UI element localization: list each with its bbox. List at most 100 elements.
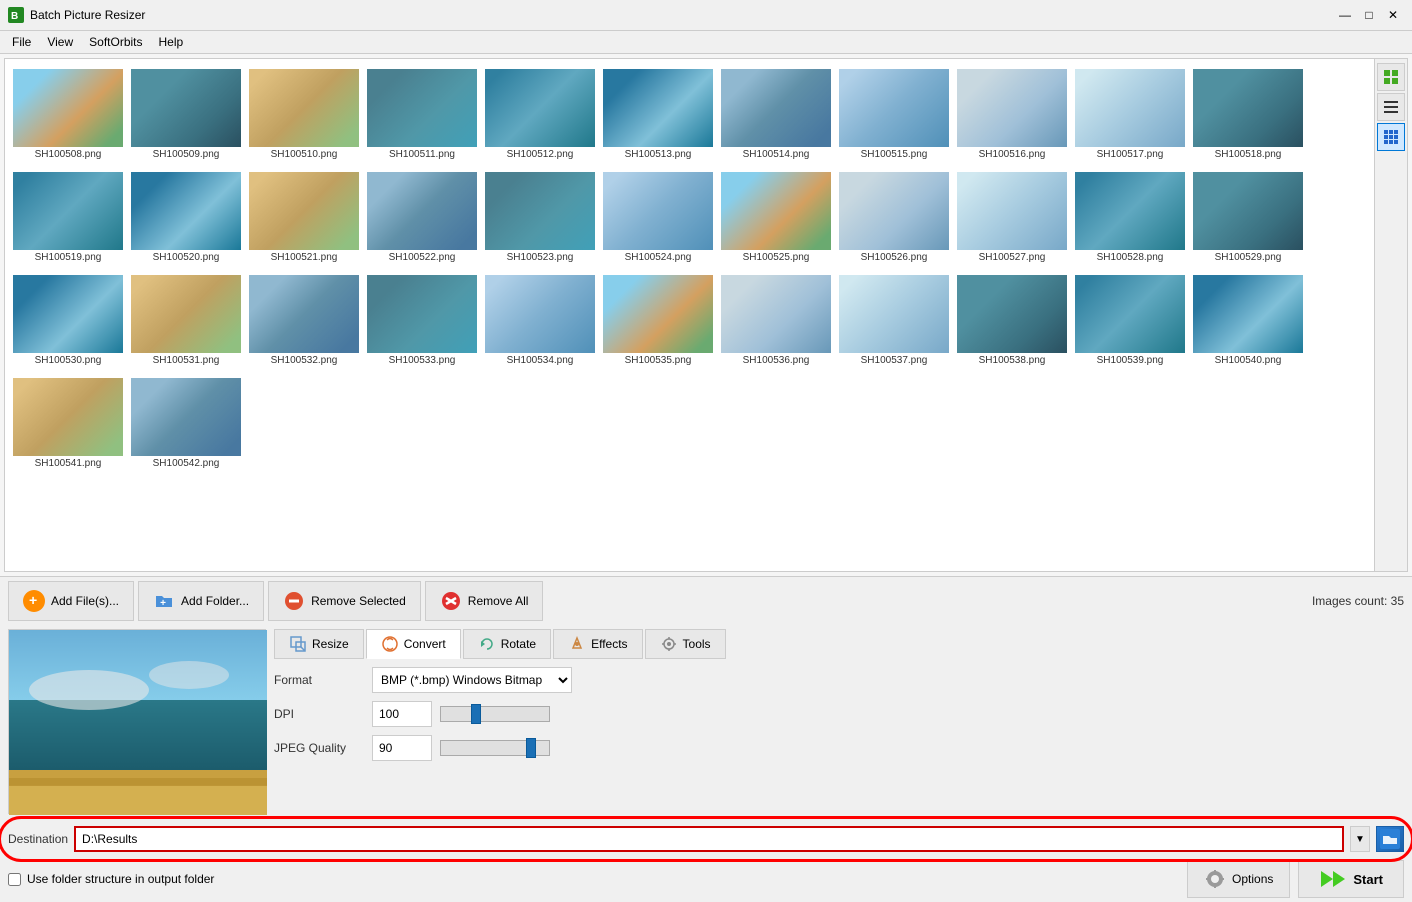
checkbox-row: Use folder structure in output folder [8, 872, 214, 886]
image-thumb[interactable]: SH100541.png [9, 372, 127, 475]
image-thumb[interactable]: SH100531.png [127, 269, 245, 372]
dpi-slider-container [440, 706, 550, 722]
app-icon: B [8, 7, 24, 23]
image-thumb[interactable]: SH100515.png [835, 63, 953, 166]
image-thumb[interactable]: SH100529.png [1189, 166, 1307, 269]
dpi-slider-thumb [471, 704, 481, 724]
maximize-button[interactable]: □ [1358, 4, 1380, 26]
image-thumb[interactable]: SH100518.png [1189, 63, 1307, 166]
dpi-label: DPI [274, 707, 364, 721]
destination-label: Destination [8, 832, 68, 846]
image-thumb[interactable]: SH100539.png [1071, 269, 1189, 372]
remove-all-icon [440, 590, 462, 612]
image-thumb[interactable]: SH100530.png [9, 269, 127, 372]
jpeg-quality-input[interactable] [372, 735, 432, 761]
image-thumb[interactable]: SH100527.png [953, 166, 1071, 269]
image-thumb[interactable]: SH100524.png [599, 166, 717, 269]
menu-view[interactable]: View [39, 33, 81, 51]
remove-selected-button[interactable]: Remove Selected [268, 581, 421, 621]
add-files-button[interactable]: + Add File(s)... [8, 581, 134, 621]
image-thumb[interactable]: SH100510.png [245, 63, 363, 166]
image-thumb[interactable]: SH100519.png [9, 166, 127, 269]
image-thumb[interactable]: SH100532.png [245, 269, 363, 372]
jpeg-quality-row: JPEG Quality [274, 735, 1404, 761]
options-gear-icon [1204, 868, 1226, 890]
destination-area: Destination ▼ [0, 818, 1412, 856]
tab-convert[interactable]: Convert [366, 629, 461, 659]
menu-bar: File View SoftOrbits Help [0, 31, 1412, 54]
format-row: Format BMP (*.bmp) Windows BitmapJPEG (*… [274, 667, 1404, 693]
add-folder-button[interactable]: + Add Folder... [138, 581, 264, 621]
toolbar: + Add File(s)... + Add Folder... Remove [0, 576, 1412, 625]
destination-input[interactable] [74, 826, 1344, 852]
browse-folder-icon [1380, 829, 1400, 849]
jpeg-quality-slider[interactable] [440, 740, 550, 756]
image-thumb[interactable]: SH100535.png [599, 269, 717, 372]
image-thumb[interactable]: SH100520.png [127, 166, 245, 269]
image-thumb[interactable]: SH100517.png [1071, 63, 1189, 166]
close-button[interactable]: ✕ [1382, 4, 1404, 26]
jpeg-slider-container [440, 740, 550, 756]
image-thumb[interactable]: SH100514.png [717, 63, 835, 166]
menu-help[interactable]: Help [151, 33, 192, 51]
image-thumb[interactable]: SH100509.png [127, 63, 245, 166]
remove-selected-icon [283, 590, 305, 612]
image-thumb[interactable]: SH100533.png [363, 269, 481, 372]
image-thumb[interactable]: SH100534.png [481, 269, 599, 372]
tab-effects[interactable]: Effects [553, 629, 642, 659]
image-thumb[interactable]: SH100508.png [9, 63, 127, 166]
start-button[interactable]: Start [1298, 860, 1404, 898]
tab-tools[interactable]: Tools [645, 629, 726, 659]
minimize-button[interactable]: — [1334, 4, 1356, 26]
image-thumb[interactable]: SH100536.png [717, 269, 835, 372]
image-thumb[interactable]: SH100526.png [835, 166, 953, 269]
start-icon [1319, 867, 1347, 891]
destination-browse-button[interactable] [1376, 826, 1404, 852]
format-select[interactable]: BMP (*.bmp) Windows BitmapJPEG (*.jpg)PN… [372, 667, 572, 693]
format-label: Format [274, 673, 364, 687]
image-thumb[interactable]: SH100538.png [953, 269, 1071, 372]
image-thumb[interactable]: SH100513.png [599, 63, 717, 166]
remove-all-button[interactable]: Remove All [425, 581, 544, 621]
window-title: Batch Picture Resizer [30, 8, 1334, 22]
image-thumb[interactable]: SH100525.png [717, 166, 835, 269]
tab-resize[interactable]: Resize [274, 629, 364, 659]
svg-text:+: + [29, 592, 37, 608]
jpeg-quality-slider-thumb [526, 738, 536, 758]
view-icon1[interactable] [1377, 63, 1405, 91]
image-thumb[interactable]: SH100516.png [953, 63, 1071, 166]
rotate-tab-icon [478, 635, 496, 653]
image-thumb[interactable]: SH100528.png [1071, 166, 1189, 269]
image-thumb[interactable]: SH100522.png [363, 166, 481, 269]
title-bar: B Batch Picture Resizer — □ ✕ [0, 0, 1412, 31]
image-thumb[interactable]: SH100540.png [1189, 269, 1307, 372]
image-thumb[interactable]: SH100521.png [245, 166, 363, 269]
image-thumb[interactable]: SH100511.png [363, 63, 481, 166]
add-folder-icon: + [153, 590, 175, 612]
tab-rotate[interactable]: Rotate [463, 629, 551, 659]
menu-softorbits[interactable]: SoftOrbits [81, 33, 150, 51]
tools-tab-icon [660, 635, 678, 653]
jpeg-quality-label: JPEG Quality [274, 741, 364, 755]
destination-dropdown-button[interactable]: ▼ [1350, 826, 1370, 852]
folder-structure-checkbox[interactable] [8, 873, 21, 886]
destination-row: Destination ▼ [8, 826, 1404, 852]
view-icon2[interactable] [1377, 93, 1405, 121]
svg-text:B: B [11, 11, 18, 22]
dpi-input[interactable] [372, 701, 432, 727]
dpi-slider[interactable] [440, 706, 550, 722]
preview-image [8, 629, 266, 814]
options-button[interactable]: Options [1187, 860, 1290, 898]
right-icons [1374, 59, 1407, 571]
menu-file[interactable]: File [4, 33, 39, 51]
image-thumb[interactable]: SH100523.png [481, 166, 599, 269]
image-thumb[interactable]: SH100537.png [835, 269, 953, 372]
bottom-actions: Use folder structure in output folder Op… [0, 856, 1412, 902]
window-controls: — □ ✕ [1334, 4, 1404, 26]
images-count: Images count: 35 [1312, 594, 1404, 608]
effects-tab-icon [568, 635, 586, 653]
image-thumb[interactable]: SH100542.png [127, 372, 245, 475]
image-thumb[interactable]: SH100512.png [481, 63, 599, 166]
view-icon3[interactable] [1377, 123, 1405, 151]
bottom-section: Resize Convert Rotate [0, 625, 1412, 818]
